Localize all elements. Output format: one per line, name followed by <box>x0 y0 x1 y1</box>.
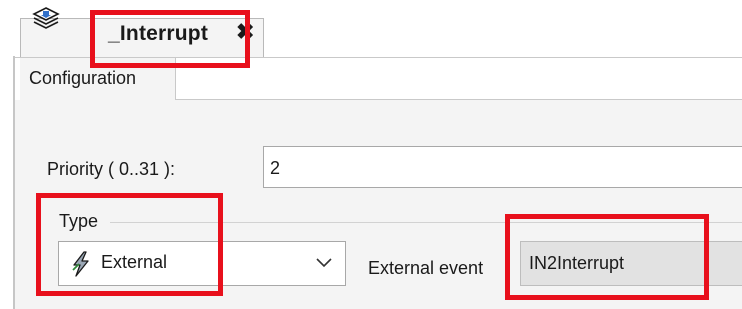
external-event-value: IN2Interrupt <box>529 253 625 273</box>
stacked-layers-icon <box>32 7 60 29</box>
type-dropdown-value: External <box>101 252 168 272</box>
priority-value: 2 <box>270 158 281 178</box>
chevron-down-icon[interactable] <box>316 258 332 268</box>
external-event-label: External event <box>368 258 484 278</box>
priority-input[interactable] <box>263 146 742 188</box>
lightning-bolt-icon <box>72 251 89 277</box>
editor-tab-title: _Interrupt <box>108 22 209 45</box>
priority-label: Priority ( 0..31 ): <box>47 159 176 179</box>
type-group-divider <box>110 222 742 223</box>
tab-configuration-label: Configuration <box>29 68 137 88</box>
tab-close-icon[interactable]: ✖ <box>236 21 254 43</box>
type-group-label: Type <box>59 211 99 231</box>
application-window: _Interrupt ✖ Configuration Priority ( 0.… <box>0 0 742 309</box>
